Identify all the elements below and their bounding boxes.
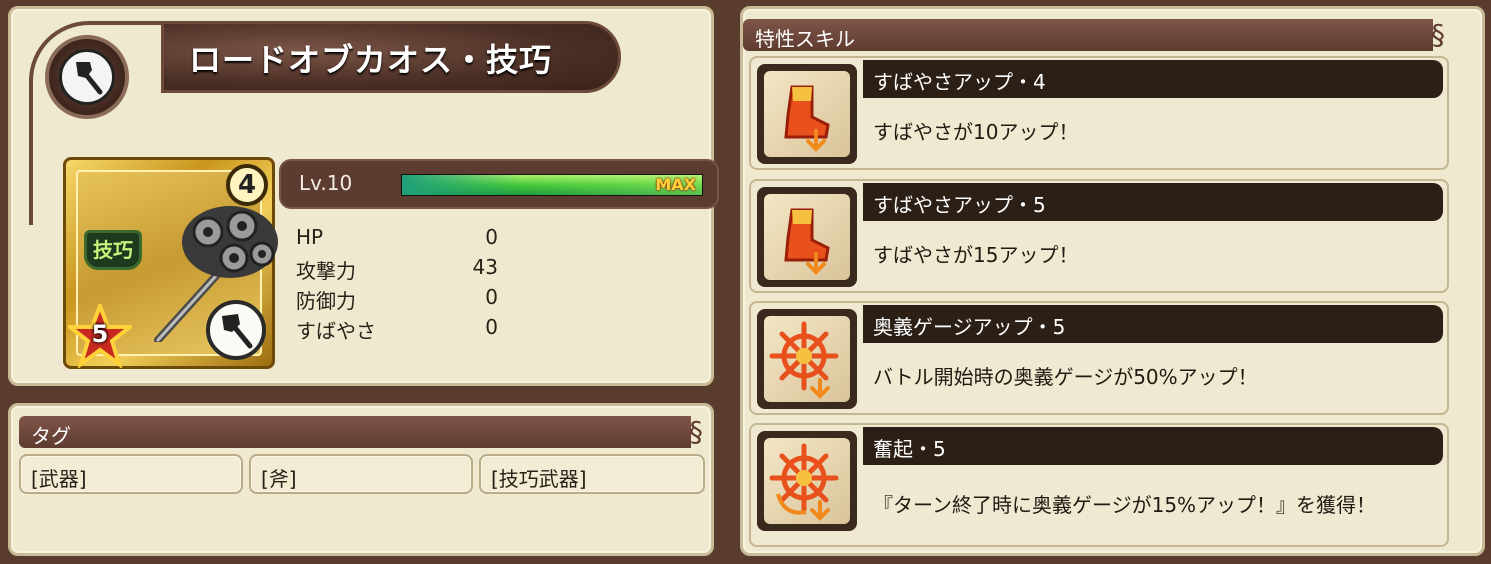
max-label: MAX <box>655 175 696 194</box>
stat-row: すばやさ 0 <box>296 315 516 345</box>
skill-header-label: 特性スキル <box>755 27 855 51</box>
skill-header: 特性スキル <box>743 19 1433 51</box>
rally-gauge-icon <box>764 438 850 524</box>
skill-card: 奮起・5 『ターン終了時に奥義ゲージが15%アップ！』を獲得！ <box>749 423 1449 547</box>
stat-row: 攻撃力 43 <box>296 255 516 285</box>
skill-icon-frame <box>757 309 857 409</box>
tag-item: [技巧武器] <box>479 454 705 494</box>
skill-title-bar: すばやさアップ・4 <box>863 60 1443 98</box>
skill-icon-frame <box>757 431 857 531</box>
scroll-curl-icon: § <box>1431 18 1445 51</box>
weapon-name: ロードオブカオス・技巧 <box>189 41 553 79</box>
skill-icon-frame <box>757 64 857 164</box>
axe-icon <box>206 300 266 360</box>
burst-gauge-icon <box>764 316 850 402</box>
stat-value: 43 <box>472 255 498 279</box>
boot-speed-icon <box>764 71 850 157</box>
weapon-detail-panel: ロードオブカオス・技巧 4 技巧 5 Lv.10 MAX HP 0 攻撃力 43… <box>8 6 719 386</box>
tag-item: [武器] <box>19 454 243 494</box>
skill-card: すばやさアップ・5 すばやさが15アップ！ <box>749 179 1449 293</box>
axe-icon <box>59 49 115 105</box>
skill-description: すばやさが10アップ！ <box>873 120 1079 144</box>
stat-name: 防御力 <box>296 289 356 313</box>
skill-title: すばやさアップ・5 <box>873 193 1046 217</box>
boot-speed-icon <box>764 194 850 280</box>
weapon-stats: HP 0 攻撃力 43 防御力 0 すばやさ 0 <box>296 225 516 345</box>
tag-panel: タグ § [武器] [斧] [技巧武器] <box>8 403 714 556</box>
stat-name: すばやさ <box>296 319 376 343</box>
skill-title-bar: 奥義ゲージアップ・5 <box>863 305 1443 343</box>
skill-card: 奥義ゲージアップ・5 バトル開始時の奥義ゲージが50%アップ！ <box>749 301 1449 415</box>
level-label: Lv.10 <box>299 171 353 195</box>
weapon-rank-badge: 4 <box>226 164 268 206</box>
weapon-card[interactable]: 4 技巧 5 <box>63 157 278 369</box>
tag-item-label: [斧] <box>261 467 297 491</box>
stat-row: HP 0 <box>296 225 516 255</box>
skill-title-bar: すばやさアップ・5 <box>863 183 1443 221</box>
xp-track: MAX <box>401 174 703 196</box>
skill-card: すばやさアップ・4 すばやさが10アップ！ <box>749 56 1449 170</box>
skill-title: 奥義ゲージアップ・5 <box>873 315 1066 339</box>
skill-title: すばやさアップ・4 <box>873 70 1046 94</box>
scroll-curl-icon: § <box>689 415 703 448</box>
skill-description: 『ターン終了時に奥義ゲージが15%アップ！』を獲得！ <box>873 493 1377 517</box>
trait-skill-panel: 特性スキル § すばやさアップ・4 すばやさが10アップ！ すばやさアップ・5 すばや… <box>740 6 1485 556</box>
skill-title: 奮起・5 <box>873 437 946 461</box>
tag-header: タグ <box>19 416 691 448</box>
skill-description: すばやさが15アップ！ <box>873 243 1079 267</box>
stat-value: 0 <box>485 285 498 309</box>
stat-name: 攻撃力 <box>296 259 356 283</box>
tag-item-label: [武器] <box>31 467 87 491</box>
tag-header-label: タグ <box>31 424 71 448</box>
rarity-value: 5 <box>91 320 109 348</box>
stat-name: HP <box>296 225 324 249</box>
level-bar: Lv.10 MAX <box>279 159 719 209</box>
stat-value: 0 <box>485 225 498 249</box>
weapon-type-emblem <box>45 35 129 119</box>
tag-item-label: [技巧武器] <box>491 467 587 491</box>
skill-title-bar: 奮起・5 <box>863 427 1443 465</box>
skill-description: バトル開始時の奥義ゲージが50%アップ！ <box>873 365 1258 389</box>
stat-value: 0 <box>485 315 498 339</box>
stat-row: 防御力 0 <box>296 285 516 315</box>
tag-item: [斧] <box>249 454 473 494</box>
skill-icon-frame <box>757 187 857 287</box>
craft-category-badge: 技巧 <box>84 230 142 270</box>
